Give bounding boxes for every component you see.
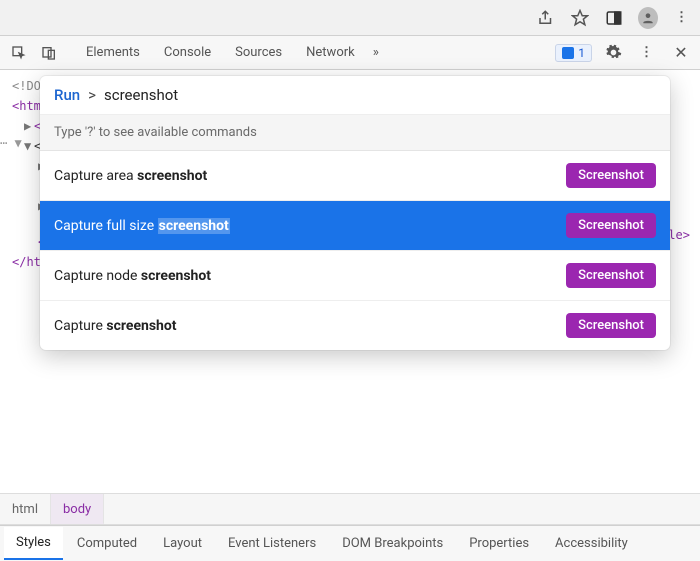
command-category-badge: Screenshot	[566, 213, 656, 238]
command-item-label: Capture node screenshot	[54, 268, 211, 284]
tab-layout[interactable]: Layout	[151, 528, 214, 559]
tab-network[interactable]: Network	[294, 37, 367, 68]
tab-dom-breakpoints[interactable]: DOM Breakpoints	[330, 528, 455, 559]
tab-sources[interactable]: Sources	[223, 37, 294, 68]
command-item-capture[interactable]: Capture screenshot Screenshot	[40, 301, 670, 350]
crumb-html[interactable]: html	[0, 494, 51, 524]
tab-styles[interactable]: Styles	[4, 527, 63, 560]
command-item-label: Capture full size screenshot	[54, 218, 230, 234]
inspect-element-icon[interactable]	[6, 45, 32, 61]
issues-chip[interactable]: 1	[555, 44, 592, 62]
crumb-body[interactable]: body	[51, 494, 104, 524]
command-hint: Type '?' to see available commands	[40, 115, 670, 151]
command-category-badge: Screenshot	[566, 163, 656, 188]
issues-count: 1	[578, 46, 585, 60]
browser-menu-icon[interactable]: ⋮	[672, 8, 692, 28]
command-item-capture-area[interactable]: Capture area screenshot Screenshot	[40, 151, 670, 201]
device-toggle-icon[interactable]	[36, 45, 62, 61]
styles-tabbar: Styles Computed Layout Event Listeners D…	[0, 525, 700, 561]
command-item-label: Capture screenshot	[54, 318, 177, 334]
command-category-badge: Screenshot	[566, 263, 656, 288]
tab-properties[interactable]: Properties	[457, 528, 541, 559]
tabs-overflow-icon[interactable]: »	[367, 37, 385, 68]
devtools-close-icon[interactable]: ✕	[668, 43, 694, 62]
dom-gutter-indicator: ⋯ ▼	[0, 136, 22, 150]
browser-toolbar: ⋮	[0, 0, 700, 36]
command-item-capture-node[interactable]: Capture node screenshot Screenshot	[40, 251, 670, 301]
tab-computed[interactable]: Computed	[65, 528, 149, 559]
star-icon[interactable]	[570, 8, 590, 28]
command-input-row[interactable]: Run > screenshot	[40, 76, 670, 115]
tab-elements[interactable]: Elements	[74, 37, 152, 68]
command-category-badge: Screenshot	[566, 313, 656, 338]
dom-breadcrumb: html body	[0, 493, 700, 525]
share-icon[interactable]	[536, 8, 556, 28]
command-item-capture-full-size[interactable]: Capture full size screenshot Screenshot	[40, 201, 670, 251]
command-menu: Run > screenshot Type '?' to see availabl…	[40, 76, 670, 350]
command-prompt-glyph: >	[88, 86, 96, 104]
issues-icon	[562, 47, 574, 59]
account-icon[interactable]	[638, 8, 658, 28]
side-panel-icon[interactable]	[604, 8, 624, 28]
collapse-icon[interactable]: ▼	[24, 136, 34, 156]
tab-console[interactable]: Console	[152, 37, 223, 68]
dom-fragment: le>	[668, 228, 690, 242]
settings-gear-icon[interactable]	[600, 44, 626, 61]
expand-icon[interactable]: ▶	[24, 116, 34, 136]
command-query-text[interactable]: screenshot	[104, 86, 178, 104]
devtools-tabbar: Elements Console Sources Network » 1 ⋮ ✕	[0, 36, 700, 70]
command-item-label: Capture area screenshot	[54, 168, 207, 184]
tab-event-listeners[interactable]: Event Listeners	[216, 528, 328, 559]
command-run-label: Run	[54, 86, 80, 104]
command-list: Capture area screenshot Screenshot Captu…	[40, 151, 670, 350]
devtools-tabs: Elements Console Sources Network »	[74, 37, 385, 68]
devtools-menu-icon[interactable]: ⋮	[634, 45, 660, 60]
tab-accessibility[interactable]: Accessibility	[543, 528, 640, 559]
